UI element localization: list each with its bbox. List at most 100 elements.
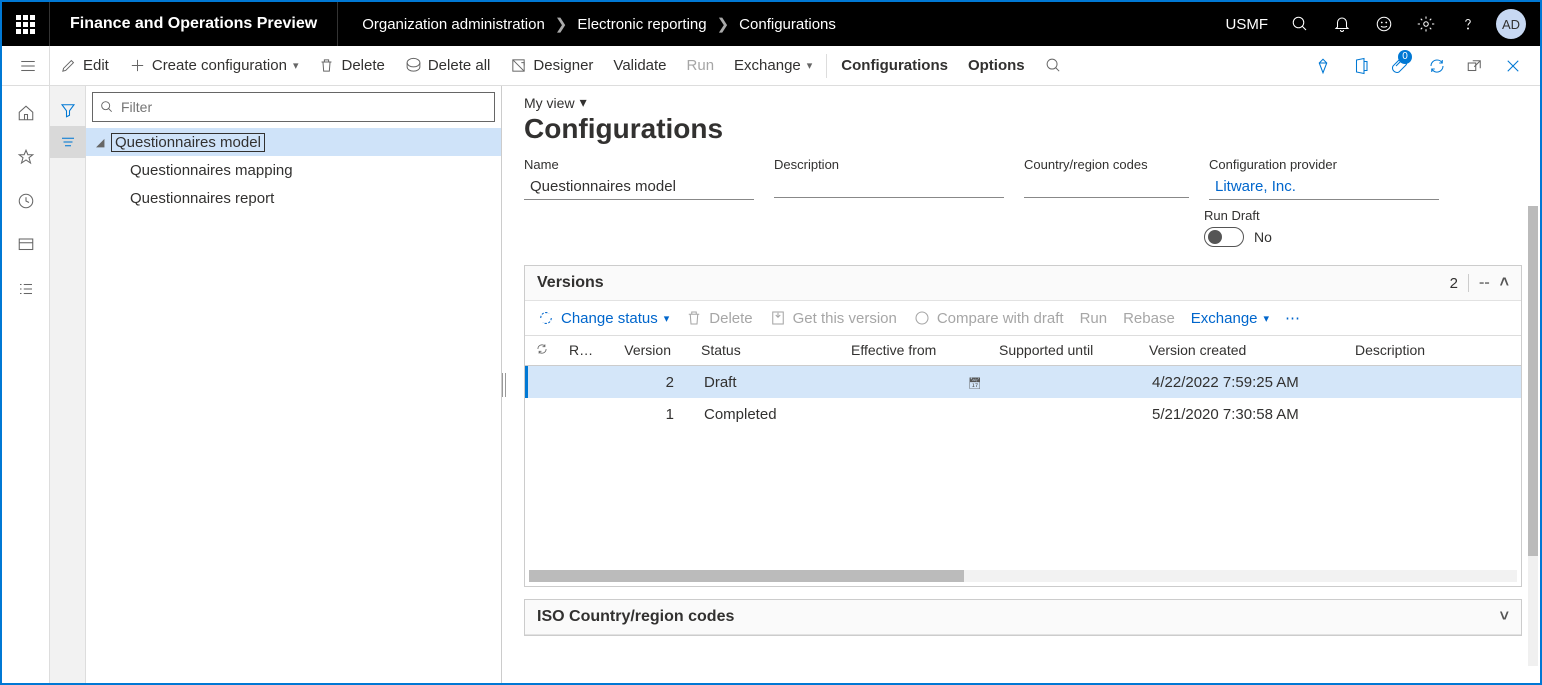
- options-label: Options: [968, 57, 1025, 74]
- col-created[interactable]: Version created: [1139, 336, 1345, 365]
- chevron-up-icon[interactable]: ˄: [1500, 274, 1509, 292]
- version-delete-label: Delete: [709, 310, 752, 327]
- trash-icon: [318, 57, 335, 74]
- grid-row[interactable]: 2Draft📅︎4/22/2022 7:59:25 AM: [525, 366, 1521, 398]
- panel-title: Versions: [537, 274, 604, 292]
- help-button[interactable]: [1448, 2, 1488, 46]
- filter-lines-button[interactable]: [50, 126, 86, 158]
- cell-effective: [844, 408, 992, 420]
- rundraft-field: Run Draft No: [1204, 208, 1522, 247]
- breadcrumb-item[interactable]: Configurations: [739, 16, 836, 33]
- plus-icon: [129, 57, 146, 74]
- settings-button[interactable]: [1406, 2, 1446, 46]
- more-button[interactable]: ⋯: [1285, 309, 1300, 327]
- field-value[interactable]: Questionnaires model: [524, 174, 754, 200]
- nav-toggle-button[interactable]: [6, 46, 50, 86]
- change-status-label: Change status: [561, 310, 658, 327]
- company-code[interactable]: USMF: [1216, 16, 1279, 33]
- avatar[interactable]: AD: [1496, 9, 1526, 39]
- filter-funnel-button[interactable]: [50, 94, 86, 126]
- grid-row[interactable]: 1Completed5/21/2020 7:30:58 AM: [525, 398, 1521, 430]
- version-delete-button: Delete: [685, 309, 752, 327]
- create-config-button[interactable]: Create configuration ▾: [119, 46, 309, 86]
- grid-h-scrollbar[interactable]: [529, 570, 1517, 582]
- open-in-office-button[interactable]: [1344, 46, 1378, 86]
- clock-icon: [17, 192, 35, 210]
- cmd-search-button[interactable]: [1035, 46, 1072, 86]
- chevron-down-icon[interactable]: ˅: [1500, 608, 1509, 626]
- app-name: Finance and Operations Preview: [50, 2, 338, 46]
- col-description[interactable]: Description: [1345, 336, 1521, 365]
- configurations-button[interactable]: Configurations: [831, 46, 958, 86]
- waffle-button[interactable]: [2, 2, 50, 46]
- breadcrumb-item[interactable]: Electronic reporting: [577, 16, 706, 33]
- breadcrumb-item[interactable]: Organization administration: [362, 16, 545, 33]
- close-icon: [1504, 57, 1522, 75]
- cell-status: Draft: [694, 368, 844, 397]
- grid-refresh-header[interactable]: [525, 336, 559, 365]
- feedback-button[interactable]: [1364, 2, 1404, 46]
- nav-favorites[interactable]: [2, 138, 50, 176]
- attachments-badge: 0: [1398, 50, 1412, 64]
- options-button[interactable]: Options: [958, 46, 1035, 86]
- cell-effective: 📅︎: [844, 368, 992, 397]
- chevron-down-icon: ▾: [664, 312, 670, 325]
- popout-button[interactable]: [1458, 46, 1492, 86]
- nav-modules[interactable]: [2, 270, 50, 308]
- nav-rail: [2, 86, 50, 683]
- title-bar: Finance and Operations Preview Organizat…: [2, 2, 1540, 46]
- close-button[interactable]: [1496, 46, 1530, 86]
- create-config-label: Create configuration: [152, 57, 287, 74]
- nav-workspaces[interactable]: [2, 226, 50, 264]
- tree-item-root[interactable]: ◢ Questionnaires model: [86, 128, 501, 156]
- tree-item-child[interactable]: Questionnaires mapping: [86, 156, 501, 184]
- nav-home[interactable]: [2, 94, 50, 132]
- validate-button[interactable]: Validate: [603, 46, 676, 86]
- delete-all-button[interactable]: Delete all: [395, 46, 501, 86]
- compare-icon: [913, 309, 931, 327]
- content-area: My view ▾ Configurations Name Questionna…: [506, 86, 1540, 683]
- run-label: Run: [687, 57, 715, 74]
- change-status-button[interactable]: Change status ▾: [537, 309, 669, 327]
- field-value[interactable]: [774, 174, 1004, 198]
- delete-button[interactable]: Delete: [308, 46, 394, 86]
- col-status[interactable]: Status: [691, 336, 841, 365]
- search-button[interactable]: [1280, 2, 1320, 46]
- col-r[interactable]: R…: [559, 336, 599, 365]
- page-title: Configurations: [524, 113, 1522, 145]
- edit-button[interactable]: Edit: [50, 46, 119, 86]
- rundraft-toggle[interactable]: [1204, 227, 1244, 247]
- nav-recent[interactable]: [2, 182, 50, 220]
- refresh-icon: [535, 342, 549, 356]
- tree-filter-input[interactable]: [121, 99, 494, 115]
- search-icon: [99, 99, 115, 118]
- col-until[interactable]: Supported until: [989, 336, 1139, 365]
- notifications-button[interactable]: [1322, 2, 1362, 46]
- expander-icon[interactable]: ◢: [96, 136, 112, 149]
- chevron-right-icon: ❯: [555, 15, 568, 33]
- cell-created: 4/22/2022 7:59:25 AM: [1142, 368, 1348, 397]
- field-value-link[interactable]: Litware, Inc.: [1209, 174, 1439, 200]
- help-icon: [1459, 15, 1477, 33]
- modules-icon: [17, 280, 35, 298]
- tree-item-child[interactable]: Questionnaires report: [86, 184, 501, 212]
- field-value[interactable]: [1024, 174, 1189, 198]
- attachments-button[interactable]: 0: [1382, 46, 1416, 86]
- rebase-label: Rebase: [1123, 310, 1175, 327]
- tree-item-label: Questionnaires mapping: [130, 162, 293, 179]
- version-exchange-button[interactable]: Exchange ▾: [1191, 310, 1269, 327]
- exchange-button[interactable]: Exchange ▾: [724, 46, 822, 86]
- run-button: Run: [677, 46, 725, 86]
- versions-panel-header[interactable]: Versions 2 -- ˄: [525, 266, 1521, 301]
- iso-panel-header[interactable]: ISO Country/region codes ˅: [525, 600, 1521, 635]
- diamond-button[interactable]: [1306, 46, 1340, 86]
- versions-grid: R… Version Status Effective from Support…: [525, 335, 1521, 582]
- chevron-down-icon: ▾: [807, 59, 813, 72]
- col-version[interactable]: Version: [599, 336, 691, 365]
- col-effective[interactable]: Effective from: [841, 336, 989, 365]
- content-v-scrollbar[interactable]: [1528, 206, 1538, 666]
- tree-filter[interactable]: [92, 92, 495, 122]
- designer-button[interactable]: Designer: [500, 46, 603, 86]
- view-selector[interactable]: My view ▾: [524, 94, 1522, 111]
- refresh-button[interactable]: [1420, 46, 1454, 86]
